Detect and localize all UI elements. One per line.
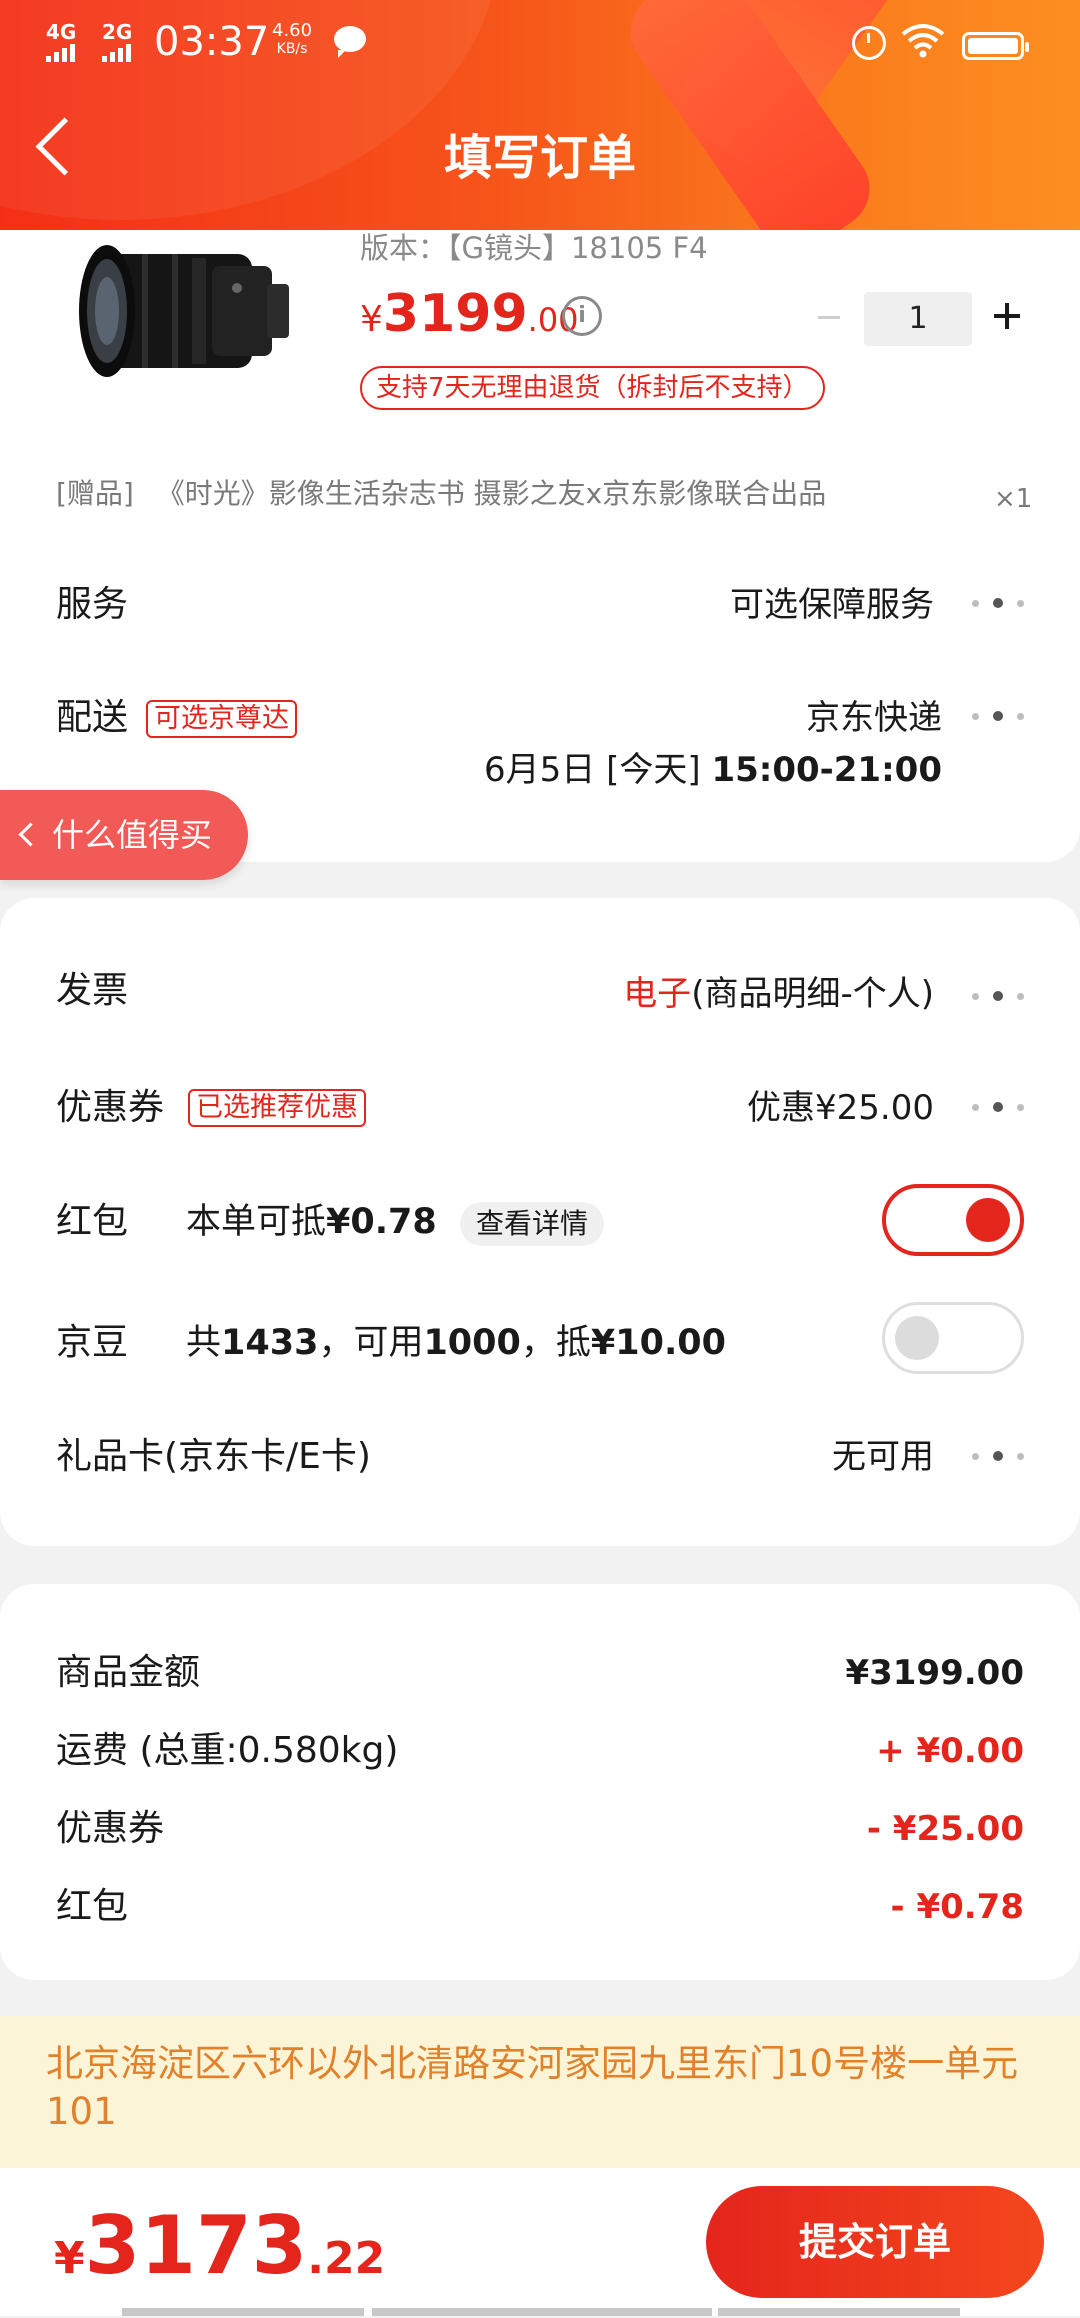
price-info-icon[interactable]: i (562, 296, 602, 336)
signal-icon (102, 44, 131, 62)
red-packet-label: 红包 (56, 1201, 129, 1242)
status-bar: 4G 2G 03:37 4.60 KB/s (0, 12, 1080, 72)
summary-value: - ¥0.78 (890, 1887, 1025, 1927)
submit-order-button[interactable]: 提交订单 (706, 2186, 1044, 2298)
total-price: ¥3173.22 (54, 2196, 385, 2318)
gift-card-label: 礼品卡(京东卡/E卡) (56, 1436, 371, 1477)
signal-icon (46, 44, 75, 62)
product-price: ¥3199.00 (360, 284, 579, 356)
delivery-time: 6月5日 [今天] 15:00-21:00 (484, 745, 942, 795)
red-packet-prefix: 本单可抵 (186, 1202, 327, 1242)
total-integer: 3173 (84, 2199, 308, 2292)
price-currency: ¥ (360, 299, 383, 340)
product-image[interactable] (62, 236, 312, 386)
wifi-icon (901, 24, 945, 58)
nav-indicator (718, 2308, 960, 2316)
coupon-label: 优惠券 (56, 1087, 165, 1128)
quantity-input[interactable]: 1 (864, 292, 972, 346)
battery-icon (962, 32, 1029, 60)
more-dots-icon[interactable] (970, 1101, 1030, 1113)
jingdou-deduct: ¥10.00 (590, 1323, 726, 1363)
network-speed: 4.60 KB/s (272, 22, 312, 58)
coupon-value[interactable]: 优惠¥25.00 (747, 1083, 934, 1133)
invoice-value[interactable]: 电子(商品明细-个人) (623, 969, 934, 1019)
jingdou-t1: 共 (186, 1323, 222, 1363)
gift-name: 《时光》影像生活杂志书 摄影之友x京东影像联合出品 (156, 477, 827, 510)
red-packet-text: 本单可抵¥0.78 (186, 1197, 437, 1247)
gift-tag: [赠品] (56, 477, 134, 510)
alarm-icon (852, 26, 886, 60)
more-dots-icon[interactable] (970, 990, 1030, 1002)
summary-label: 红包 (56, 1886, 129, 1927)
speed-unit: KB/s (276, 41, 308, 57)
jingdou-usable: 1000 (423, 1323, 521, 1363)
summary-label: 优惠券 (56, 1808, 165, 1849)
address-text: 北京海淀区六环以外北清路安河家园九里东门10号楼一单元101 (46, 2042, 1019, 2133)
red-packet-details-button[interactable]: 查看详情 (460, 1202, 605, 1246)
gift-card-value[interactable]: 无可用 (832, 1432, 934, 1482)
jingdou-text: 共1433，可用1000，抵¥10.00 (186, 1318, 726, 1368)
invoice-detail: (商品明细-个人) (691, 974, 934, 1014)
network-type-1: 4G (46, 20, 77, 44)
nav-indicator (372, 2308, 712, 2316)
quantity-decrease-button[interactable] (818, 316, 840, 319)
delivery-time-range: 15:00-21:00 (711, 750, 942, 790)
speed-value: 4.60 (272, 20, 313, 41)
service-value[interactable]: 可选保障服务 (730, 580, 934, 630)
invoice-type: 电子 (623, 974, 692, 1014)
more-dots-icon[interactable] (970, 597, 1030, 609)
nav-indicator (122, 2308, 364, 2316)
delivery-date: 6月5日 [今天] (484, 750, 712, 790)
red-packet-toggle[interactable] (882, 1184, 1024, 1256)
jingdou-t2: ，可用 (318, 1323, 424, 1363)
jingdou-total: 1433 (221, 1323, 319, 1363)
jingdou-label: 京豆 (56, 1322, 129, 1363)
price-integer: 3199 (382, 284, 528, 344)
network-type-2: 2G (102, 20, 133, 44)
gift-quantity: ×1 (994, 484, 1033, 514)
chevron-left-icon (18, 822, 43, 847)
red-packet-amount: ¥0.78 (326, 1202, 437, 1242)
quantity-increase-button[interactable] (994, 303, 1020, 329)
delivery-carrier[interactable]: 京东快递 (806, 693, 942, 743)
summary-label: 商品金额 (56, 1652, 201, 1693)
gift-item: [赠品] 《时光》影像生活杂志书 摄影之友x京东影像联合出品 (56, 474, 826, 514)
service-label: 服务 (56, 584, 129, 625)
status-time: 03:37 (154, 19, 270, 65)
floating-recommend-tab[interactable]: 什么值得买 (0, 790, 248, 880)
jingdou-t3: ，抵 (520, 1323, 591, 1363)
return-policy-badge: 支持7天无理由退货（拆封后不支持） (360, 366, 825, 410)
header-bar: 4G 2G 03:37 4.60 KB/s 填写订单 (0, 0, 1080, 230)
total-decimal: .22 (307, 2233, 386, 2284)
page-title: 填写订单 (443, 130, 636, 186)
summary-label: 运费 (总重:0.580kg) (56, 1730, 399, 1771)
floating-tab-label: 什么值得买 (52, 816, 213, 854)
message-icon (334, 26, 366, 58)
coupon-tag: 已选推荐优惠 (188, 1089, 366, 1127)
total-currency: ¥ (54, 2233, 85, 2284)
summary-value: + ¥0.00 (876, 1731, 1024, 1771)
invoice-label: 发票 (56, 970, 129, 1011)
summary-value: ¥3199.00 (845, 1653, 1024, 1693)
delivery-label: 配送 (56, 697, 129, 738)
delivery-tag[interactable]: 可选京尊达 (146, 700, 297, 738)
product-version: 版本：【G镜头】18105 F4 (360, 231, 708, 265)
summary-value: - ¥25.00 (866, 1809, 1024, 1849)
jingdou-toggle[interactable] (882, 1302, 1024, 1374)
more-dots-icon[interactable] (970, 1450, 1030, 1462)
more-dots-icon[interactable] (970, 710, 1030, 722)
